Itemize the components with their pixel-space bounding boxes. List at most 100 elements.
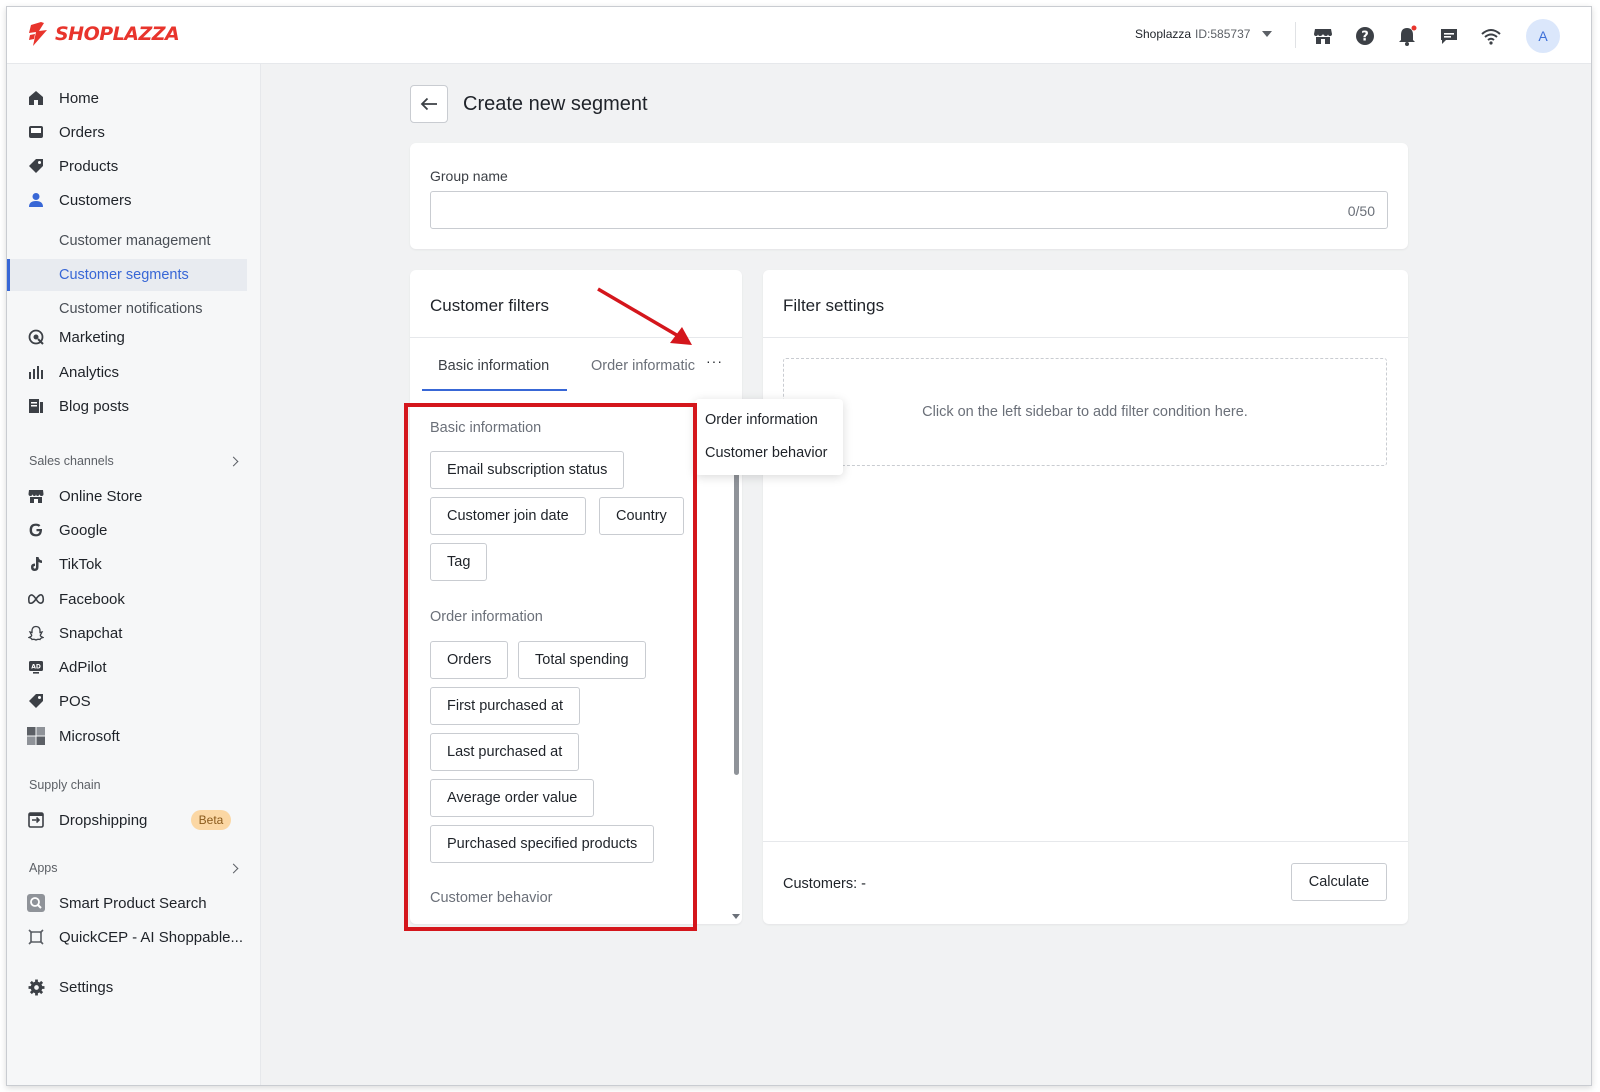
divider <box>763 841 1408 842</box>
section-label-order-information: Order information <box>430 609 543 625</box>
home-icon <box>27 89 45 107</box>
filter-chip-total-spending[interactable]: Total spending <box>518 641 646 679</box>
avatar[interactable]: A <box>1526 19 1560 53</box>
filter-chip-country[interactable]: Country <box>599 497 684 535</box>
quickcep-icon <box>27 928 45 946</box>
active-tab-indicator <box>422 389 567 391</box>
filter-chip-average-order-value[interactable]: Average order value <box>430 779 595 817</box>
sidebar-item-products[interactable]: Products <box>7 150 247 182</box>
logo[interactable]: SHOPLAZZA <box>27 21 180 47</box>
menu-item-customer-behavior[interactable]: Customer behavior <box>705 445 828 461</box>
group-name-card: Group name 0/50 <box>410 143 1408 249</box>
store-id: ID:585737 <box>1195 27 1251 41</box>
tab-basic-information[interactable]: Basic information <box>438 358 549 374</box>
smart-search-icon <box>27 894 45 912</box>
gear-icon <box>27 978 45 996</box>
group-name-input[interactable]: 0/50 <box>430 191 1388 229</box>
blog-icon <box>27 397 45 415</box>
sidebar-item-tiktok[interactable]: TikTok <box>7 548 247 580</box>
top-bar: SHOPLAZZA Shoplazza ID:585737 ? A <box>7 7 1591 64</box>
sidebar-item-blog-posts[interactable]: Blog posts <box>7 390 247 422</box>
sidebar-item-label: Blog posts <box>59 397 130 415</box>
sidebar-item-online-store[interactable]: Online Store <box>7 480 247 512</box>
supply-chain-header: Supply chain <box>29 778 241 792</box>
sidebar-item-customers[interactable]: Customers <box>7 184 247 216</box>
sidebar-item-marketing[interactable]: Marketing <box>7 321 247 353</box>
sidebar-item-adpilot[interactable]: AD AdPilot <box>7 651 247 683</box>
sidebar-item-facebook[interactable]: Facebook <box>7 583 247 615</box>
menu-item-order-information[interactable]: Order information <box>705 412 818 428</box>
tiktok-icon <box>27 555 45 573</box>
help-icon[interactable]: ? <box>1354 25 1376 47</box>
tab-order-information[interactable]: Order informatic <box>591 358 695 374</box>
sidebar-item-microsoft[interactable]: Microsoft <box>7 720 247 752</box>
tag-icon <box>27 157 45 175</box>
sidebar-item-label: Orders <box>59 123 105 141</box>
sidebar-item-label: Marketing <box>59 328 125 346</box>
sidebar-item-label: Dropshipping <box>59 811 148 829</box>
sidebar-item-label: POS <box>59 692 91 710</box>
person-icon <box>27 191 45 209</box>
group-name-label: Group name <box>430 168 508 184</box>
sidebar-item-quickcep[interactable]: QuickCEP - AI Shoppable... <box>7 921 247 953</box>
filter-chip-first-purchased-at[interactable]: First purchased at <box>430 687 581 725</box>
marketing-icon <box>27 328 45 346</box>
more-tabs-button[interactable]: ··· <box>706 353 723 369</box>
meta-icon <box>27 590 45 608</box>
bell-icon[interactable] <box>1396 25 1418 47</box>
sidebar-item-label: Online Store <box>59 487 143 505</box>
shoplazza-logo-icon <box>29 22 47 46</box>
back-button[interactable] <box>410 85 448 123</box>
chevron-right-icon <box>228 863 239 873</box>
sidebar-item-label: TikTok <box>59 555 102 573</box>
scrollbar[interactable] <box>734 455 739 775</box>
sidebar-item-label: Home <box>59 89 100 107</box>
sidebar-item-label: Products <box>59 157 119 175</box>
apps-header[interactable]: Apps <box>29 861 241 875</box>
filter-chip-tag[interactable]: Tag <box>430 543 488 581</box>
sidebar-item-analytics[interactable]: Analytics <box>7 356 247 388</box>
filter-chip-orders[interactable]: Orders <box>430 641 509 679</box>
sidebar-item-smart-product-search[interactable]: Smart Product Search <box>7 887 247 919</box>
sidebar-item-pos[interactable]: POS <box>7 685 247 717</box>
microsoft-icon <box>27 727 45 745</box>
sales-channels-header[interactable]: Sales channels <box>29 454 241 468</box>
calculate-button[interactable]: Calculate <box>1291 863 1387 901</box>
page-title: Create new segment <box>463 93 648 115</box>
sidebar-item-snapchat[interactable]: Snapchat <box>7 617 247 649</box>
sidebar-subitem-customer-management[interactable]: Customer management <box>7 225 247 257</box>
filter-settings-card: Filter settings Click on the left sideba… <box>763 270 1408 924</box>
pos-icon <box>27 692 45 710</box>
chat-icon[interactable] <box>1438 25 1460 47</box>
sidebar-item-label: Settings <box>59 978 114 996</box>
sidebar-item-dropshipping[interactable]: Dropshipping Beta <box>7 804 247 836</box>
caret-down-icon <box>1262 31 1273 37</box>
store-name: Shoplazza <box>1135 27 1192 41</box>
filter-chip-purchased-specified-products[interactable]: Purchased specified products <box>430 825 655 863</box>
sidebar-item-settings[interactable]: Settings <box>7 971 247 1003</box>
sidebar-item-label: AdPilot <box>59 658 107 676</box>
filter-drop-zone[interactable]: Click on the left sidebar to add filter … <box>783 358 1387 466</box>
store-icon[interactable] <box>1312 25 1334 47</box>
scroll-down-arrow-icon[interactable] <box>732 914 740 919</box>
sidebar-item-label: Google <box>59 521 108 539</box>
sidebar-item-home[interactable]: Home <box>7 82 247 114</box>
sidebar-item-google[interactable]: Google <box>7 514 247 546</box>
supply-chain-label: Supply chain <box>29 778 101 792</box>
sidebar-item-label: QuickCEP - AI Shoppable... <box>59 928 243 946</box>
wifi-icon[interactable] <box>1480 25 1502 47</box>
beta-badge: Beta <box>191 810 231 830</box>
arrow-left-icon <box>420 97 437 111</box>
dropshipping-icon <box>27 811 45 829</box>
svg-text:?: ? <box>1361 30 1369 45</box>
filter-chip-customer-join-date[interactable]: Customer join date <box>430 497 586 535</box>
apps-label: Apps <box>29 861 58 875</box>
sidebar-item-orders[interactable]: Orders <box>7 116 247 148</box>
store-switcher[interactable]: Shoplazza ID:585737 <box>1135 27 1273 41</box>
sidebar-subitem-customer-segments[interactable]: Customer segments <box>7 259 247 291</box>
filter-chip-last-purchased-at[interactable]: Last purchased at <box>430 733 580 771</box>
customers-count: Customers: - <box>783 876 866 892</box>
chevron-right-icon <box>228 456 239 466</box>
filter-chip-email-subscription-status[interactable]: Email subscription status <box>430 451 625 489</box>
divider <box>410 337 742 338</box>
